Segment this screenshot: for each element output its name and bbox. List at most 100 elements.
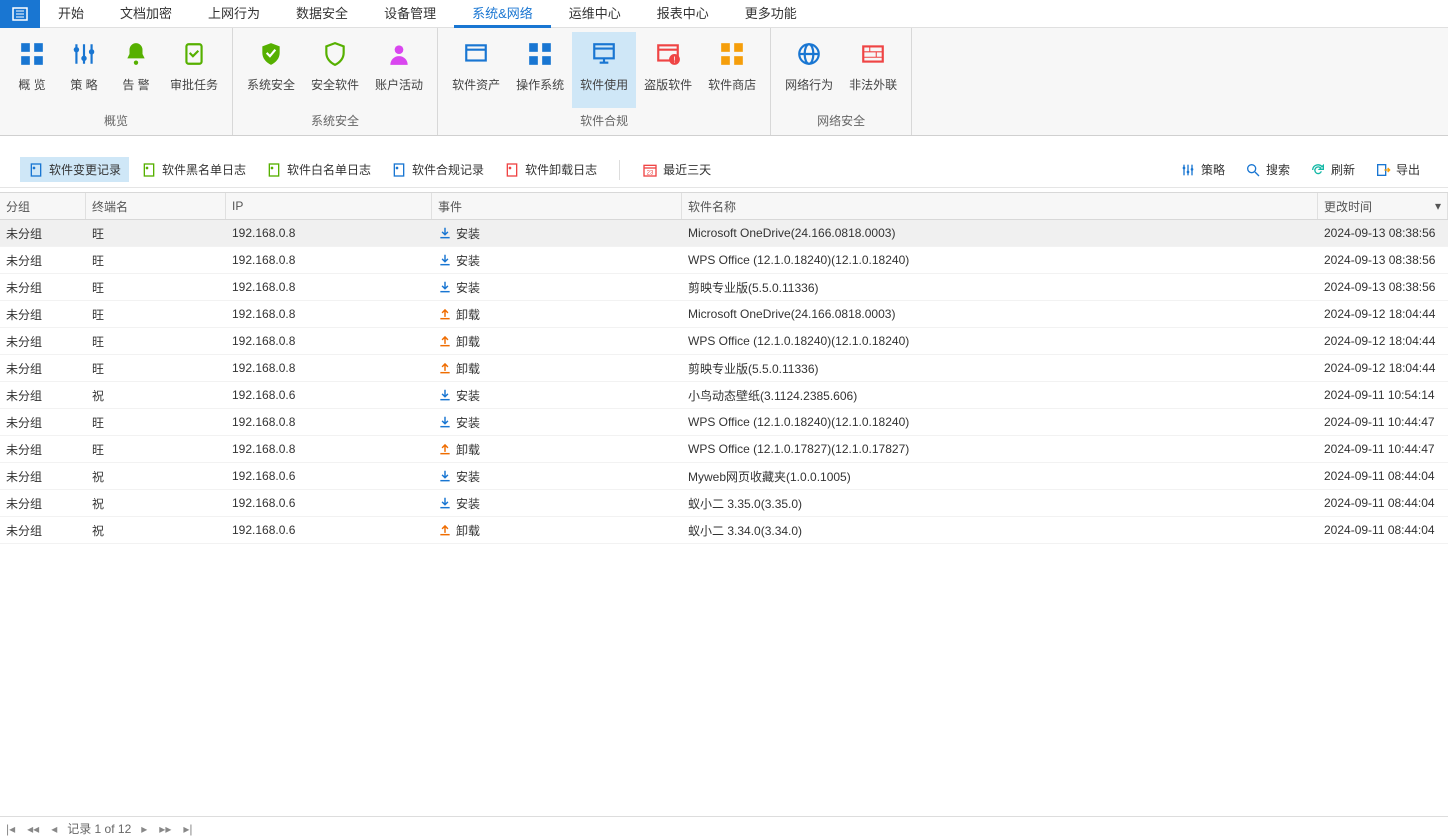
cell-time: 2024-09-13 08:38:56 bbox=[1318, 226, 1448, 240]
cell-group: 未分组 bbox=[0, 225, 86, 242]
ribbon-netact[interactable]: 网络行为 bbox=[777, 32, 841, 108]
shield-check-icon bbox=[255, 38, 287, 70]
cell-time: 2024-09-12 18:04:44 bbox=[1318, 361, 1448, 375]
column-header-time[interactable]: 更改时间▾ bbox=[1318, 193, 1448, 219]
install-icon bbox=[438, 496, 452, 510]
bell-icon bbox=[120, 38, 152, 70]
cell-terminal: 旺 bbox=[86, 279, 226, 296]
menu-4[interactable]: 设备管理 bbox=[366, 0, 454, 28]
cell-software: Microsoft OneDrive(24.166.0818.0003) bbox=[682, 307, 1318, 321]
pager-prev-page[interactable]: ◂◂ bbox=[25, 822, 41, 836]
cell-ip: 192.168.0.8 bbox=[226, 361, 432, 375]
cell-group: 未分组 bbox=[0, 522, 86, 539]
cell-group: 未分组 bbox=[0, 279, 86, 296]
column-header-software[interactable]: 软件名称 bbox=[682, 193, 1318, 219]
wall-icon bbox=[857, 38, 889, 70]
cell-group: 未分组 bbox=[0, 252, 86, 269]
tab-uninstall-log[interactable]: 软件卸载日志 bbox=[496, 157, 605, 182]
column-header-event[interactable]: 事件 bbox=[432, 193, 682, 219]
ribbon-label: 安全软件 bbox=[311, 76, 359, 93]
toolbar: 软件变更记录软件黑名单日志软件白名单日志软件合规记录软件卸载日志 23最近三天 策… bbox=[0, 152, 1448, 188]
cell-terminal: 旺 bbox=[86, 414, 226, 431]
ribbon-group-概览: 概 览策 略告 警审批任务概览 bbox=[0, 28, 233, 135]
column-header-ip[interactable]: IP bbox=[226, 193, 432, 219]
ribbon-group-软件合规: 软件资产操作系统软件使用!盗版软件软件商店软件合规 bbox=[438, 28, 771, 135]
table-row[interactable]: 未分组旺192.168.0.8安装剪映专业版(5.5.0.11336)2024-… bbox=[0, 274, 1448, 301]
table-row[interactable]: 未分组旺192.168.0.8安装WPS Office (12.1.0.1824… bbox=[0, 247, 1448, 274]
table-row[interactable]: 未分组旺192.168.0.8安装Microsoft OneDrive(24.1… bbox=[0, 220, 1448, 247]
pager-prev[interactable]: ◂ bbox=[49, 822, 59, 836]
table-row[interactable]: 未分组旺192.168.0.8卸载WPS Office (12.1.0.1824… bbox=[0, 328, 1448, 355]
tab-whitelist-log[interactable]: 软件白名单日志 bbox=[258, 157, 379, 182]
column-header-group[interactable]: 分组 bbox=[0, 193, 86, 219]
pager-next-page[interactable]: ▸▸ bbox=[157, 822, 173, 836]
tab-blacklist-log[interactable]: 软件黑名单日志 bbox=[133, 157, 254, 182]
pager-next[interactable]: ▸ bbox=[139, 822, 149, 836]
action-label: 导出 bbox=[1396, 161, 1420, 178]
pager-last[interactable]: ▸| bbox=[181, 822, 194, 836]
install-icon bbox=[438, 253, 452, 267]
pager-first[interactable]: |◂ bbox=[4, 822, 17, 836]
install-icon bbox=[438, 280, 452, 294]
action-refresh[interactable]: 刷新 bbox=[1302, 157, 1363, 182]
tab-change-log[interactable]: 软件变更记录 bbox=[20, 157, 129, 182]
sliders-icon bbox=[1180, 162, 1196, 178]
grid-header: 分组 终端名 IP 事件 软件名称 更改时间▾ bbox=[0, 192, 1448, 220]
globe-icon bbox=[793, 38, 825, 70]
cell-time: 2024-09-11 10:54:14 bbox=[1318, 388, 1448, 402]
ribbon-account[interactable]: 账户活动 bbox=[367, 32, 431, 108]
cell-software: WPS Office (12.1.0.18240)(12.1.0.18240) bbox=[682, 253, 1318, 267]
table-row[interactable]: 未分组旺192.168.0.8卸载剪映专业版(5.5.0.11336)2024-… bbox=[0, 355, 1448, 382]
doc-icon bbox=[141, 162, 157, 178]
menu-7[interactable]: 报表中心 bbox=[639, 0, 727, 28]
table-row[interactable]: 未分组祝192.168.0.6安装蚁小二 3.35.0(3.35.0)2024-… bbox=[0, 490, 1448, 517]
table-row[interactable]: 未分组旺192.168.0.8卸载Microsoft OneDrive(24.1… bbox=[0, 301, 1448, 328]
action-label: 刷新 bbox=[1331, 161, 1355, 178]
table-row[interactable]: 未分组祝192.168.0.6安装Myweb网页收藏夹(1.0.0.1005)2… bbox=[0, 463, 1448, 490]
ribbon-approve[interactable]: 审批任务 bbox=[162, 32, 226, 108]
ribbon-policy[interactable]: 策 略 bbox=[58, 32, 110, 108]
ribbon-label: 操作系统 bbox=[516, 76, 564, 93]
menu-1[interactable]: 文档加密 bbox=[102, 0, 190, 28]
ribbon-illegal[interactable]: 非法外联 bbox=[841, 32, 905, 108]
install-icon bbox=[438, 469, 452, 483]
menubar: 开始文档加密上网行为数据安全设备管理系统&网络运维中心报表中心更多功能 bbox=[0, 0, 1448, 28]
grid4-icon bbox=[524, 38, 556, 70]
ribbon-swuse[interactable]: 软件使用 bbox=[572, 32, 636, 108]
cell-group: 未分组 bbox=[0, 495, 86, 512]
action-search[interactable]: 搜索 bbox=[1237, 157, 1298, 182]
ribbon-syssec[interactable]: 系统安全 bbox=[239, 32, 303, 108]
column-header-terminal[interactable]: 终端名 bbox=[86, 193, 226, 219]
ribbon-label: 盗版软件 bbox=[644, 76, 692, 93]
menu-8[interactable]: 更多功能 bbox=[727, 0, 815, 28]
table-row[interactable]: 未分组祝192.168.0.6卸载蚁小二 3.34.0(3.34.0)2024-… bbox=[0, 517, 1448, 544]
filter-icon[interactable]: ▾ bbox=[1435, 199, 1441, 213]
ribbon: 概 览策 略告 警审批任务概览系统安全安全软件账户活动系统安全软件资产操作系统软… bbox=[0, 28, 1448, 136]
cell-event: 安装 bbox=[432, 468, 682, 485]
ribbon-pirate[interactable]: !盗版软件 bbox=[636, 32, 700, 108]
table-row[interactable]: 未分组祝192.168.0.6安装小鸟动态壁纸(3.1124.2385.606)… bbox=[0, 382, 1448, 409]
ribbon-alert[interactable]: 告 警 bbox=[110, 32, 162, 108]
cell-terminal: 祝 bbox=[86, 495, 226, 512]
grid-body: 未分组旺192.168.0.8安装Microsoft OneDrive(24.1… bbox=[0, 220, 1448, 816]
table-row[interactable]: 未分组旺192.168.0.8卸载WPS Office (12.1.0.1782… bbox=[0, 436, 1448, 463]
menu-3[interactable]: 数据安全 bbox=[278, 0, 366, 28]
tab-compliance-log[interactable]: 软件合规记录 bbox=[383, 157, 492, 182]
recent-filter[interactable]: 23最近三天 bbox=[634, 157, 719, 182]
menu-5[interactable]: 系统&网络 bbox=[454, 0, 551, 28]
action-policy[interactable]: 策略 bbox=[1172, 157, 1233, 182]
ribbon-swstore[interactable]: 软件商店 bbox=[700, 32, 764, 108]
cell-event: 卸载 bbox=[432, 333, 682, 350]
ribbon-os[interactable]: 操作系统 bbox=[508, 32, 572, 108]
ribbon-swasset[interactable]: 软件资产 bbox=[444, 32, 508, 108]
app-logo-icon bbox=[12, 6, 28, 22]
menu-2[interactable]: 上网行为 bbox=[190, 0, 278, 28]
menu-6[interactable]: 运维中心 bbox=[551, 0, 639, 28]
cell-time: 2024-09-13 08:38:56 bbox=[1318, 280, 1448, 294]
table-row[interactable]: 未分组旺192.168.0.8安装WPS Office (12.1.0.1824… bbox=[0, 409, 1448, 436]
menu-0[interactable]: 开始 bbox=[40, 0, 102, 28]
action-export[interactable]: 导出 bbox=[1367, 157, 1428, 182]
ribbon-secsoft[interactable]: 安全软件 bbox=[303, 32, 367, 108]
app-menu-button[interactable] bbox=[0, 0, 40, 28]
ribbon-overview[interactable]: 概 览 bbox=[6, 32, 58, 108]
